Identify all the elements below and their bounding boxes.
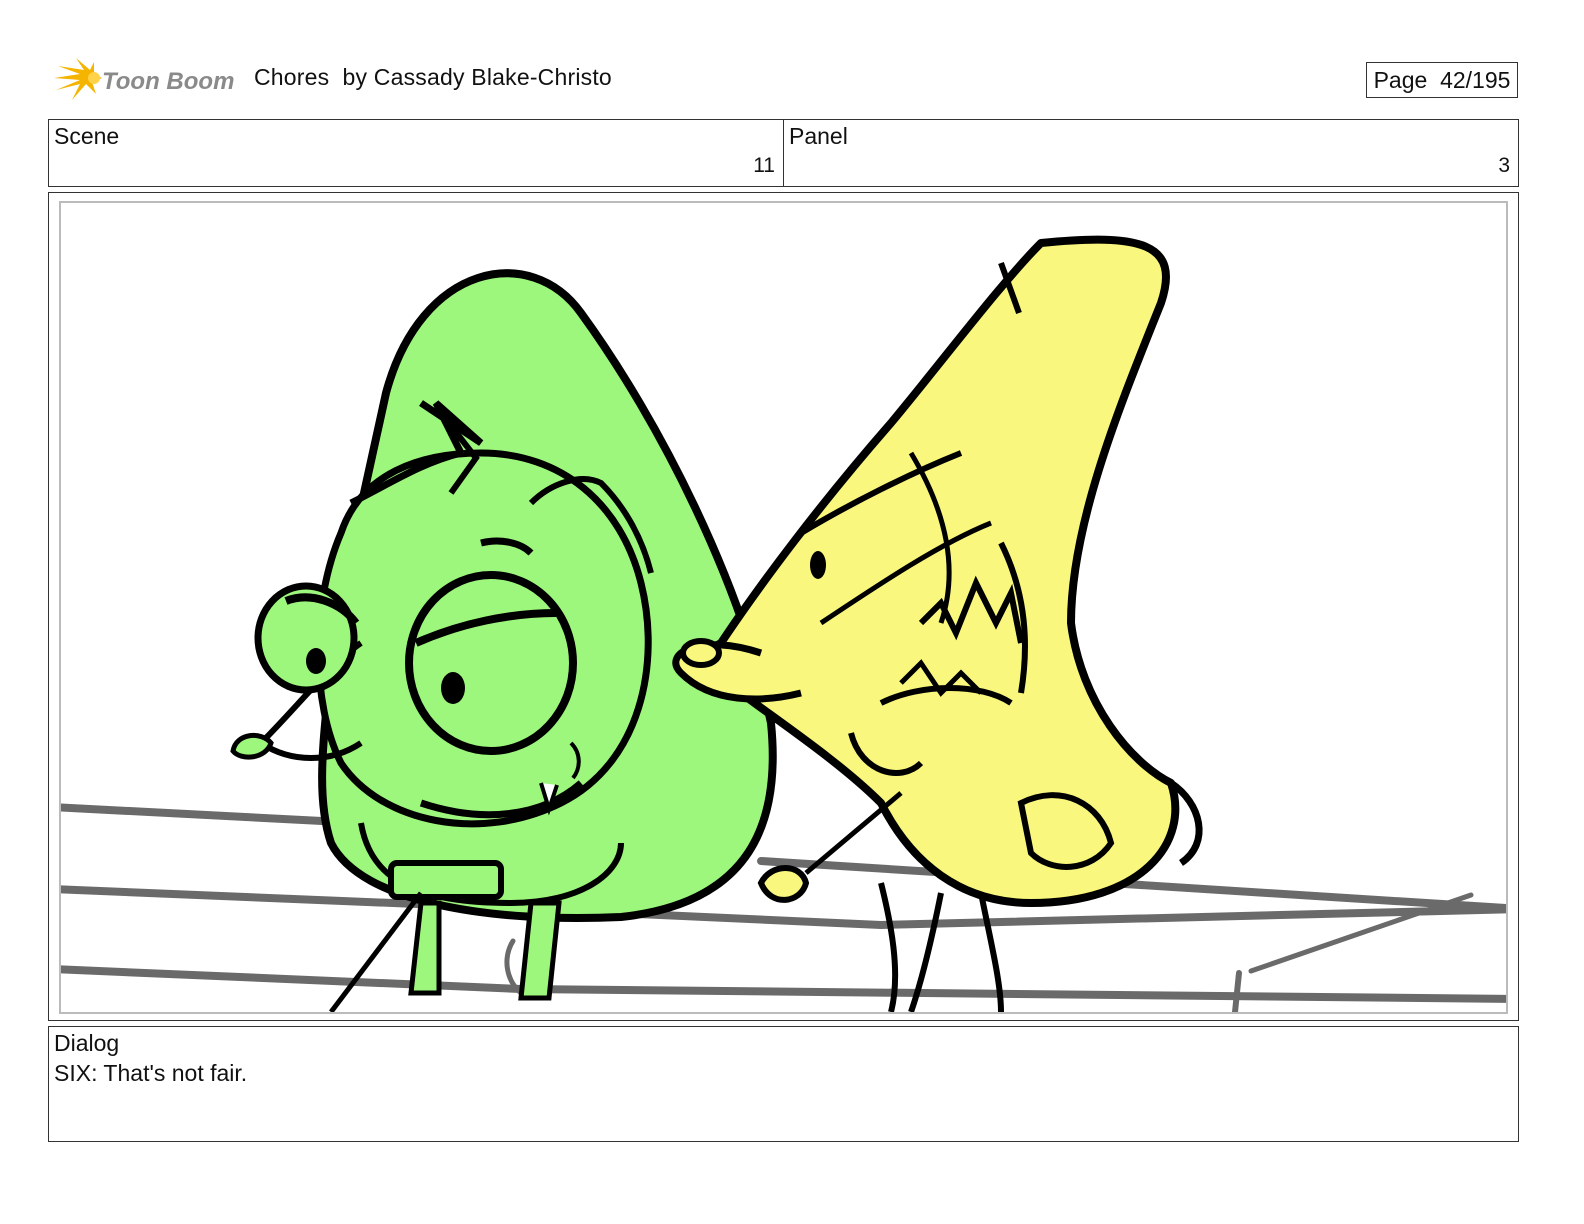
yellow-character xyxy=(672,235,1203,1012)
logo-wordmark: Toon Boom xyxy=(102,68,234,95)
logo-flare-icon xyxy=(54,58,102,100)
dialog-text: SIX: That's not fair. xyxy=(54,1060,248,1086)
scene-panel-row: Scene 11 Panel 3 xyxy=(48,119,1519,187)
panel-cell: Panel 3 xyxy=(783,120,1518,186)
scene-number: 11 xyxy=(753,154,775,177)
panel-label: Panel xyxy=(789,123,848,149)
document-title: Chores by Cassady Blake-Christo xyxy=(254,64,612,90)
scene-label: Scene xyxy=(54,123,120,149)
panel-sketch xyxy=(61,235,1506,1012)
dialog-box: Dialog SIX: That's not fair. xyxy=(48,1026,1519,1142)
dialog-label: Dialog xyxy=(54,1030,120,1056)
storyboard-panel xyxy=(48,192,1519,1021)
page-indicator: Page 42/195 xyxy=(1366,62,1518,98)
railing-lines xyxy=(61,803,1506,1012)
panel-number: 3 xyxy=(1498,154,1510,177)
scene-cell: Scene 11 xyxy=(49,120,783,186)
panel-drawing-area xyxy=(59,201,1508,1014)
toon-boom-logo: Toon Boom xyxy=(50,56,240,106)
